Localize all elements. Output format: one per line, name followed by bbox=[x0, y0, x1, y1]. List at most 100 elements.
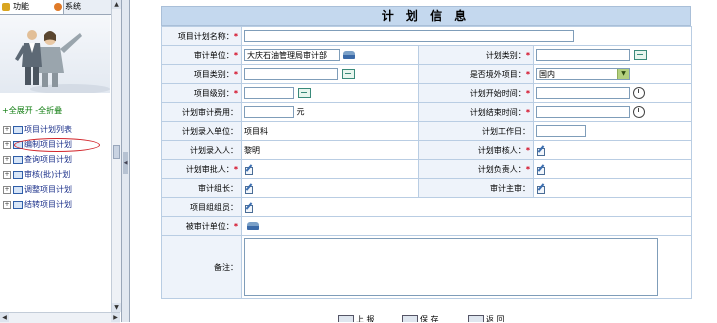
select-unit-icon[interactable] bbox=[247, 222, 259, 230]
folder-icon bbox=[13, 185, 23, 194]
audit-leader-label: 审计组长： bbox=[198, 183, 238, 193]
plan-start-input[interactable] bbox=[536, 87, 630, 99]
select-list-icon[interactable] bbox=[634, 50, 647, 60]
scroll-up-arrow-icon[interactable]: ▲ bbox=[112, 0, 121, 9]
required-star: * bbox=[233, 221, 238, 231]
expand-all-link[interactable]: +全展开 bbox=[2, 106, 33, 115]
select-list-icon[interactable] bbox=[342, 69, 355, 79]
tree-item-query-plan[interactable]: + 查询项目计划 bbox=[3, 152, 72, 167]
tree-item-carryover-plan[interactable]: + 结转项目计划 bbox=[3, 197, 72, 212]
tree-item-label: 调整项目计划 bbox=[24, 185, 72, 194]
edit-icon[interactable] bbox=[536, 146, 545, 156]
plan-name-input[interactable] bbox=[244, 30, 574, 42]
tree-item-label: 项目计划列表 bbox=[24, 125, 72, 134]
tab-system[interactable]: 系统 bbox=[52, 0, 120, 14]
expand-plus-icon[interactable]: + bbox=[3, 125, 11, 134]
expand-plus-icon[interactable]: + bbox=[3, 185, 11, 194]
overseas-label: 是否境外项目： bbox=[469, 69, 526, 79]
tree-item-review-plan[interactable]: + 审核(批)计划 bbox=[3, 167, 72, 182]
submit-button[interactable]: 上 报 bbox=[338, 313, 375, 322]
plan-type-input[interactable] bbox=[536, 49, 630, 61]
back-button-label: 返 回 bbox=[486, 315, 505, 322]
required-star: * bbox=[525, 164, 530, 174]
back-button[interactable]: 返 回 bbox=[468, 313, 505, 322]
required-star: * bbox=[233, 31, 238, 41]
audit-unit-input[interactable]: 大庆石油管理局审计部 bbox=[244, 49, 340, 61]
expand-plus-icon[interactable]: + bbox=[3, 200, 11, 209]
remarks-label: 备注： bbox=[214, 262, 238, 272]
entry-unit-label: 计划录入单位： bbox=[182, 126, 238, 136]
entry-person-label: 计划录入人： bbox=[190, 145, 238, 155]
row-entry-unit: 计划录入单位： 项目科 计划工作日： bbox=[161, 121, 692, 141]
expand-plus-icon[interactable]: + bbox=[3, 140, 11, 149]
function-icon bbox=[2, 3, 10, 11]
row-project-level: 项目级别：* 计划开始时间：* bbox=[161, 83, 692, 103]
sidebar-vertical-scrollbar[interactable]: ▲ ▼ bbox=[111, 0, 121, 312]
folder-icon bbox=[13, 125, 23, 134]
row-audit-unit: 审计单位：* 大庆石油管理局审计部 计划类别：* bbox=[161, 45, 692, 65]
folder-icon bbox=[13, 155, 23, 164]
cost-unit: 元 bbox=[296, 107, 305, 117]
required-star: * bbox=[525, 107, 530, 117]
edit-icon[interactable] bbox=[244, 203, 253, 213]
expand-plus-icon[interactable]: + bbox=[3, 155, 11, 164]
row-team-members: 项目组组员： bbox=[161, 197, 692, 217]
scroll-left-arrow-icon[interactable]: ◀ bbox=[0, 313, 9, 322]
entry-person-value: 黎明 bbox=[244, 145, 260, 155]
row-audit-leader: 审计组长： 审计主审： bbox=[161, 178, 692, 198]
audit-supervisor-label: 审计主审： bbox=[490, 183, 530, 193]
row-audit-cost: 计划审计费用： 元 计划结束时间：* bbox=[161, 102, 692, 122]
calendar-clock-icon[interactable] bbox=[633, 106, 645, 118]
required-star: * bbox=[233, 88, 238, 98]
required-star: * bbox=[525, 145, 530, 155]
plan-end-label: 计划结束时间： bbox=[469, 107, 526, 117]
collapse-panel-handle-icon[interactable]: ◀ bbox=[123, 152, 128, 174]
approver-label: 计划审批人： bbox=[185, 164, 234, 174]
row-approver: 计划审批人：* 计划负责人：* bbox=[161, 159, 692, 179]
action-buttons: 上 报 保 存 返 回 bbox=[338, 313, 538, 322]
edit-icon[interactable] bbox=[244, 184, 253, 194]
audit-unit-label: 审计单位： bbox=[193, 50, 234, 60]
edit-icon[interactable] bbox=[536, 165, 545, 175]
row-project-type: 项目类别：* 是否境外项目：* 国内 ▼ bbox=[161, 64, 692, 84]
edit-icon[interactable] bbox=[536, 184, 545, 194]
collapse-all-link[interactable]: -全折叠 bbox=[35, 106, 62, 115]
project-type-input[interactable] bbox=[244, 68, 338, 80]
calendar-clock-icon[interactable] bbox=[633, 87, 645, 99]
project-type-label: 项目类别： bbox=[193, 69, 234, 79]
select-unit-icon[interactable] bbox=[343, 51, 355, 59]
left-panel: 功能 系统 +全展开 -全折叠 + 项目计划列表 + 编制项目计划 + 查询项目… bbox=[0, 0, 112, 322]
banner-image bbox=[0, 15, 110, 93]
row-entry-person: 计划录入人： 黎明 计划审核人：* bbox=[161, 140, 692, 160]
scroll-thumb[interactable] bbox=[113, 145, 120, 159]
expand-plus-icon[interactable]: + bbox=[3, 170, 11, 179]
scroll-right-arrow-icon[interactable]: ▶ bbox=[111, 313, 120, 322]
project-level-input[interactable] bbox=[244, 87, 294, 99]
overseas-select-value: 国内 bbox=[539, 70, 555, 79]
team-members-label: 项目组组员： bbox=[190, 202, 238, 212]
sidebar-horizontal-scrollbar[interactable]: ◀ ▶ bbox=[0, 312, 120, 323]
required-star: * bbox=[525, 50, 530, 60]
responsible-label: 计划负责人： bbox=[477, 164, 526, 174]
expand-collapse-bar: +全展开 -全折叠 bbox=[2, 105, 62, 116]
plan-type-label: 计划类别： bbox=[485, 50, 526, 60]
plan-end-input[interactable] bbox=[536, 106, 630, 118]
folder-icon bbox=[13, 200, 23, 209]
required-star: * bbox=[233, 164, 238, 174]
tree-item-plan-list[interactable]: + 项目计划列表 bbox=[3, 122, 72, 137]
work-days-input[interactable] bbox=[536, 125, 586, 137]
remarks-textarea[interactable] bbox=[244, 238, 658, 296]
overseas-select[interactable]: 国内 ▼ bbox=[536, 68, 630, 80]
edit-icon[interactable] bbox=[244, 165, 253, 175]
back-arrow-icon bbox=[468, 315, 484, 322]
audit-cost-input[interactable] bbox=[244, 106, 294, 118]
tree-item-adjust-plan[interactable]: + 调整项目计划 bbox=[3, 182, 72, 197]
plan-info-form: 计 划 信 息 项目计划名称：* 审计单位：* 大庆石油管理局审计部 计划类别：… bbox=[161, 6, 692, 299]
chevron-down-icon[interactable]: ▼ bbox=[617, 69, 629, 79]
save-button[interactable]: 保 存 bbox=[402, 313, 439, 322]
panel-splitter[interactable]: ◀ bbox=[121, 0, 130, 322]
scroll-down-arrow-icon[interactable]: ▼ bbox=[112, 303, 121, 312]
select-list-icon[interactable] bbox=[298, 88, 311, 98]
form-title: 计 划 信 息 bbox=[161, 6, 691, 26]
selection-highlight-ellipse bbox=[14, 138, 100, 152]
